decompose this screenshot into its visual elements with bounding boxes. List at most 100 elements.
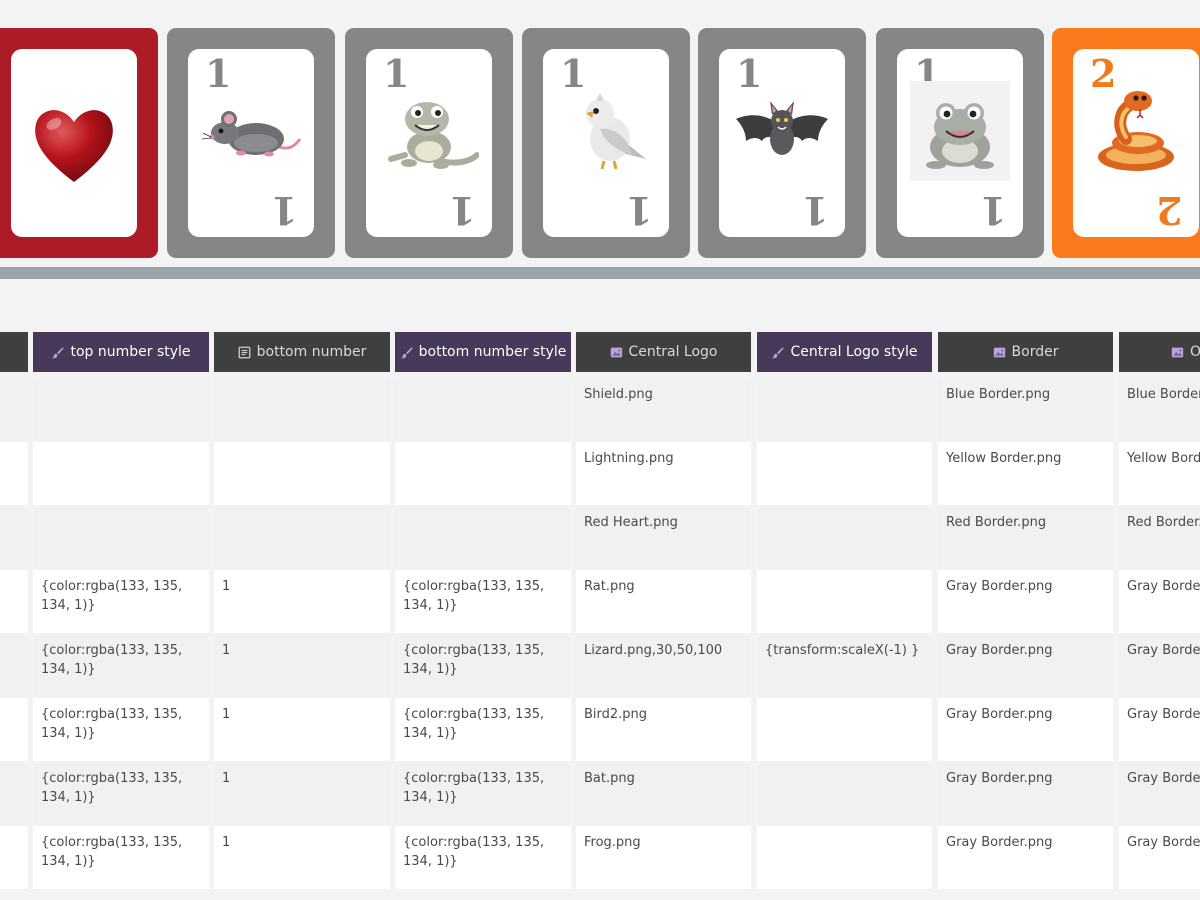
table-cell[interactable]: {transform:scaleX(-1) }: [757, 634, 932, 697]
column-header-label: bottom number: [256, 344, 367, 360]
table-cell[interactable]: Yellow Bord: [1119, 442, 1200, 505]
table-cell[interactable]: [0, 698, 28, 761]
column-header[interactable]: Central Logo: [576, 332, 751, 372]
table-row: {color:rgba(133, 135, 134, 1)} 1 {color:rg…: [0, 826, 1200, 889]
table-cell[interactable]: {color:rgba(133, 135, 134, 1)}: [395, 762, 571, 825]
table-cell[interactable]: {color:rgba(133, 135, 134, 1)}: [395, 634, 571, 697]
table-cell[interactable]: {color:rgba(133, 135, 134, 1)}: [33, 698, 209, 761]
table-cell[interactable]: 1: [214, 762, 390, 825]
table-cell[interactable]: [0, 378, 28, 441]
table-cell[interactable]: Red Border.p: [1119, 506, 1200, 569]
animal-card[interactable]: 11: [345, 28, 513, 258]
table-cell[interactable]: Blue Border: [1119, 378, 1200, 441]
table-cell[interactable]: {color:rgba(133, 135, 134, 1)}: [33, 570, 209, 633]
table-cell[interactable]: [0, 634, 28, 697]
table-cell[interactable]: [757, 762, 932, 825]
column-header[interactable]: top number style: [33, 332, 209, 372]
table-cell[interactable]: Gray Border.png: [938, 634, 1113, 697]
text-doc-icon: [238, 346, 251, 359]
column-header-label: bottom number style: [418, 344, 567, 360]
table-cell[interactable]: Gray Border: [1119, 570, 1200, 633]
table-cell[interactable]: [0, 570, 28, 633]
table-cell[interactable]: [757, 698, 932, 761]
table-cell[interactable]: Gray Border.png: [938, 826, 1113, 889]
animal-card[interactable]: 22: [1052, 28, 1200, 258]
animal-card[interactable]: 11: [167, 28, 335, 258]
table-cell[interactable]: {color:rgba(133, 135, 134, 1)}: [33, 762, 209, 825]
animal-card[interactable]: 11: [522, 28, 690, 258]
table-cell[interactable]: [757, 570, 932, 633]
table-cell[interactable]: [757, 826, 932, 889]
table-cell[interactable]: {color:rgba(133, 135, 134, 1)}: [395, 826, 571, 889]
column-header[interactable]: Central Logo style: [757, 332, 932, 372]
table-cell[interactable]: Yellow Border.png: [938, 442, 1113, 505]
table-cell[interactable]: [0, 826, 28, 889]
table-cell[interactable]: Lizard.png,30,50,100: [576, 634, 751, 697]
table-cell[interactable]: Gray Border.png: [938, 570, 1113, 633]
table-cell[interactable]: {color:rgba(133, 135, 134, 1)}: [395, 570, 571, 633]
column-header[interactable]: bottom number: [214, 332, 390, 372]
table-cell[interactable]: [33, 506, 209, 569]
table-cell[interactable]: Gray Border.png: [938, 762, 1113, 825]
frog-icon: [910, 81, 1010, 181]
column-header[interactable]: [0, 332, 28, 372]
card-face: 11: [719, 49, 845, 237]
card-face: 11: [897, 49, 1023, 237]
table-cell[interactable]: Frog.png: [576, 826, 751, 889]
table-cell[interactable]: Gray Border: [1119, 634, 1200, 697]
table-cell[interactable]: Lightning.png: [576, 442, 751, 505]
table-cell[interactable]: Bat.png: [576, 762, 751, 825]
table-cell[interactable]: Bird2.png: [576, 698, 751, 761]
rat-icon: [201, 81, 301, 181]
heart-card[interactable]: [0, 28, 158, 258]
brush-icon: [51, 346, 65, 359]
table-cell[interactable]: Shield.png: [576, 378, 751, 441]
table-cell[interactable]: 1: [214, 826, 390, 889]
table-cell[interactable]: Red Border.png: [938, 506, 1113, 569]
table-row: {color:rgba(133, 135, 134, 1)} 1 {color:rg…: [0, 570, 1200, 633]
table-cell[interactable]: {color:rgba(133, 135, 134, 1)}: [33, 826, 209, 889]
table-cell[interactable]: {color:rgba(133, 135, 134, 1)}: [395, 698, 571, 761]
bat-icon: [732, 81, 832, 181]
table-cell[interactable]: [33, 378, 209, 441]
table-cell[interactable]: [0, 506, 28, 569]
table-cell[interactable]: [757, 378, 932, 441]
data-grid: top number style bottom number bottom numb…: [0, 330, 1200, 900]
table-cell[interactable]: [395, 506, 571, 569]
table-cell[interactable]: Gray Border: [1119, 762, 1200, 825]
animal-card[interactable]: 11: [876, 28, 1044, 258]
table-cell[interactable]: [33, 442, 209, 505]
column-header-label: Central Logo style: [790, 344, 918, 360]
table-cell[interactable]: 1: [214, 698, 390, 761]
table-cell[interactable]: [757, 442, 932, 505]
card-preview-strip: 111111111122: [0, 0, 1200, 270]
table-cell[interactable]: 1: [214, 634, 390, 697]
table-cell[interactable]: {color:rgba(133, 135, 134, 1)}: [33, 634, 209, 697]
image-icon: [1171, 346, 1184, 359]
column-header[interactable]: bottom number style: [395, 332, 571, 372]
animal-card[interactable]: 11: [698, 28, 866, 258]
table-cell[interactable]: [395, 378, 571, 441]
table-cell[interactable]: [0, 442, 28, 505]
table-cell[interactable]: Gray Border: [1119, 698, 1200, 761]
table-cell[interactable]: [0, 762, 28, 825]
table-row: {color:rgba(133, 135, 134, 1)} 1 {color:rg…: [0, 634, 1200, 697]
table-cell[interactable]: [214, 378, 390, 441]
card-face: 22: [1073, 49, 1199, 237]
table-cell[interactable]: 1: [214, 570, 390, 633]
table-cell[interactable]: [214, 506, 390, 569]
column-header[interactable]: Border: [938, 332, 1113, 372]
table-cell[interactable]: [757, 506, 932, 569]
table-cell[interactable]: [395, 442, 571, 505]
table-cell[interactable]: Blue Border.png: [938, 378, 1113, 441]
card-bottom-number: 1: [801, 188, 828, 233]
column-header[interactable]: O: [1119, 332, 1200, 372]
table-cell[interactable]: Red Heart.png: [576, 506, 751, 569]
table-cell[interactable]: Gray Border: [1119, 826, 1200, 889]
heart-icon: [24, 94, 124, 194]
table-cell[interactable]: [214, 442, 390, 505]
table-row: {color:rgba(133, 135, 134, 1)} 1 {color:rg…: [0, 762, 1200, 825]
table-cell[interactable]: Rat.png: [576, 570, 751, 633]
table-row: Red Heart.png Red Border.pngRed Border.p: [0, 506, 1200, 569]
table-cell[interactable]: Gray Border.png: [938, 698, 1113, 761]
